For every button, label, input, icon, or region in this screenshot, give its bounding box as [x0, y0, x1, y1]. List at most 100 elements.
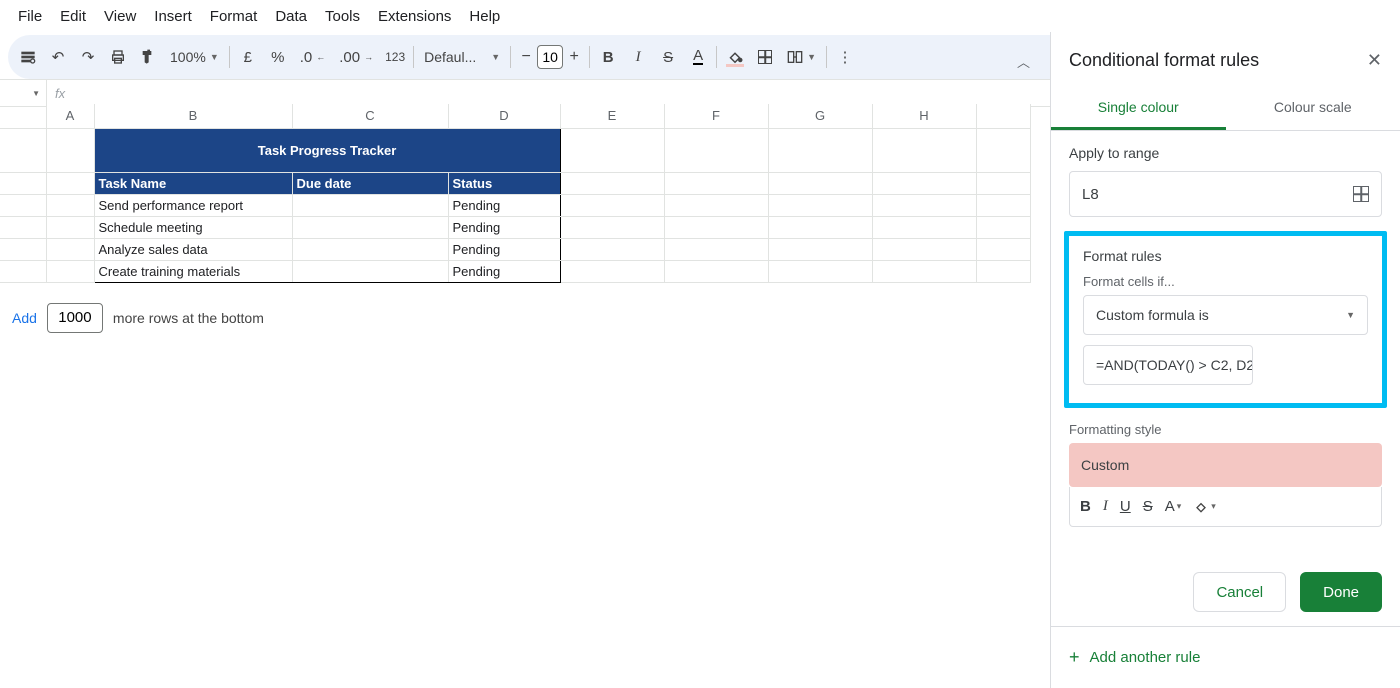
more-button[interactable]: ⋮ — [831, 43, 859, 71]
condition-select[interactable]: Custom formula is ▼ — [1083, 295, 1368, 335]
menu-edit[interactable]: Edit — [52, 4, 94, 29]
style-italic-button[interactable]: I — [1103, 498, 1108, 515]
menu-insert[interactable]: Insert — [146, 4, 200, 29]
row-header[interactable] — [0, 128, 46, 172]
menu-extensions[interactable]: Extensions — [370, 4, 459, 29]
sheet-title[interactable]: Task Progress Tracker — [94, 128, 560, 172]
row-header[interactable] — [0, 172, 46, 194]
cancel-button[interactable]: Cancel — [1193, 572, 1286, 612]
cell[interactable] — [292, 216, 448, 238]
cell[interactable]: Analyze sales data — [94, 238, 292, 260]
format-rules-label: Format rules — [1083, 248, 1368, 264]
name-box[interactable]: ▼ — [0, 89, 46, 98]
row-header[interactable] — [0, 260, 46, 282]
col-header[interactable]: F — [664, 104, 768, 128]
row-header[interactable] — [0, 194, 46, 216]
menu-file[interactable]: File — [10, 4, 50, 29]
number-format-button[interactable]: 123 — [381, 43, 409, 71]
cell[interactable]: Send performance report — [94, 194, 292, 216]
formula-value: =AND(TODAY() > C2, D2 — [1096, 357, 1253, 373]
col-header[interactable]: A — [46, 104, 94, 128]
italic-button[interactable]: I — [624, 43, 652, 71]
undo-icon[interactable]: ↶ — [44, 43, 72, 71]
style-strike-button[interactable]: S — [1143, 498, 1153, 515]
format-cells-if-label: Format cells if... — [1083, 274, 1368, 289]
tab-single-colour[interactable]: Single colour — [1051, 87, 1226, 130]
formula-field[interactable]: =AND(TODAY() > C2, D2 — [1083, 345, 1253, 385]
col-header[interactable]: B — [94, 104, 292, 128]
col-header[interactable] — [976, 104, 1030, 128]
add-rule-label: Add another rule — [1090, 649, 1201, 666]
header-task[interactable]: Task Name — [94, 172, 292, 194]
cell[interactable]: Pending — [448, 216, 560, 238]
separator — [229, 46, 230, 68]
spreadsheet-grid[interactable]: A B C D E F G H Task Progress Tracker Ta… — [0, 104, 1040, 688]
row-header[interactable] — [0, 238, 46, 260]
add-rows-suffix: more rows at the bottom — [113, 310, 264, 326]
cell[interactable]: Schedule meeting — [94, 216, 292, 238]
search-menu-icon[interactable] — [14, 43, 42, 71]
percent-button[interactable]: % — [264, 43, 292, 71]
text-color-button[interactable]: A — [684, 43, 712, 71]
style-bold-button[interactable]: B — [1080, 498, 1091, 515]
tab-colour-scale[interactable]: Colour scale — [1226, 87, 1400, 130]
chevron-down-icon: ▾ — [1177, 501, 1182, 512]
table-row: Schedule meeting Pending — [0, 216, 1030, 238]
cell[interactable]: Pending — [448, 238, 560, 260]
style-underline-button[interactable]: U — [1120, 498, 1131, 515]
menu-data[interactable]: Data — [267, 4, 315, 29]
separator — [413, 46, 414, 68]
condition-value: Custom formula is — [1096, 307, 1209, 323]
print-icon[interactable] — [104, 43, 132, 71]
add-another-rule-button[interactable]: + Add another rule — [1051, 626, 1400, 688]
cell[interactable]: Pending — [448, 194, 560, 216]
dec-decimal-button[interactable]: .0← — [294, 43, 332, 71]
header-status[interactable]: Status — [448, 172, 560, 194]
add-rows-count-input[interactable] — [47, 303, 103, 333]
col-header[interactable]: H — [872, 104, 976, 128]
add-rows-button[interactable]: Add — [12, 310, 37, 326]
style-fill-color-button[interactable]: ▾ — [1193, 500, 1216, 514]
font-size-input[interactable] — [537, 45, 563, 69]
done-button[interactable]: Done — [1300, 572, 1382, 612]
style-preview[interactable]: Custom — [1069, 443, 1382, 487]
font-size-group: − + — [515, 45, 585, 69]
col-header[interactable]: G — [768, 104, 872, 128]
cell[interactable]: Create training materials — [94, 260, 292, 282]
sidebar-tabs: Single colour Colour scale — [1051, 87, 1400, 131]
cell[interactable] — [292, 238, 448, 260]
font-family-select[interactable]: Defaul...▼ — [418, 43, 506, 71]
zoom-select[interactable]: 100%▼ — [164, 43, 225, 71]
merge-button[interactable]: ▼ — [781, 43, 822, 71]
col-header[interactable]: C — [292, 104, 448, 128]
fill-color-button[interactable] — [721, 43, 749, 71]
font-size-increase[interactable]: + — [563, 48, 585, 66]
close-icon[interactable]: ✕ — [1367, 50, 1382, 71]
menu-tools[interactable]: Tools — [317, 4, 368, 29]
row-header[interactable] — [0, 216, 46, 238]
menu-format[interactable]: Format — [202, 4, 266, 29]
redo-icon[interactable]: ↷ — [74, 43, 102, 71]
formatting-style-label: Formatting style — [1069, 422, 1382, 437]
style-text-color-button[interactable]: A▾ — [1165, 498, 1182, 515]
collapse-toolbar-icon[interactable]: ︿ — [1017, 52, 1030, 71]
col-header[interactable]: E — [560, 104, 664, 128]
cell[interactable] — [292, 194, 448, 216]
paint-format-icon[interactable] — [134, 43, 162, 71]
select-all-corner[interactable] — [0, 104, 46, 128]
cell[interactable] — [292, 260, 448, 282]
inc-decimal-button[interactable]: .00→ — [333, 43, 379, 71]
header-due[interactable]: Due date — [292, 172, 448, 194]
strike-button[interactable]: S — [654, 43, 682, 71]
col-header[interactable]: D — [448, 104, 560, 128]
font-size-decrease[interactable]: − — [515, 48, 537, 66]
currency-button[interactable]: £ — [234, 43, 262, 71]
sidebar-actions: Cancel Done — [1051, 558, 1400, 626]
menu-help[interactable]: Help — [461, 4, 508, 29]
menu-view[interactable]: View — [96, 4, 144, 29]
borders-button[interactable] — [751, 43, 779, 71]
select-range-icon[interactable] — [1353, 186, 1369, 202]
range-input[interactable]: L8 — [1069, 171, 1382, 217]
cell[interactable]: Pending — [448, 260, 560, 282]
bold-button[interactable]: B — [594, 43, 622, 71]
